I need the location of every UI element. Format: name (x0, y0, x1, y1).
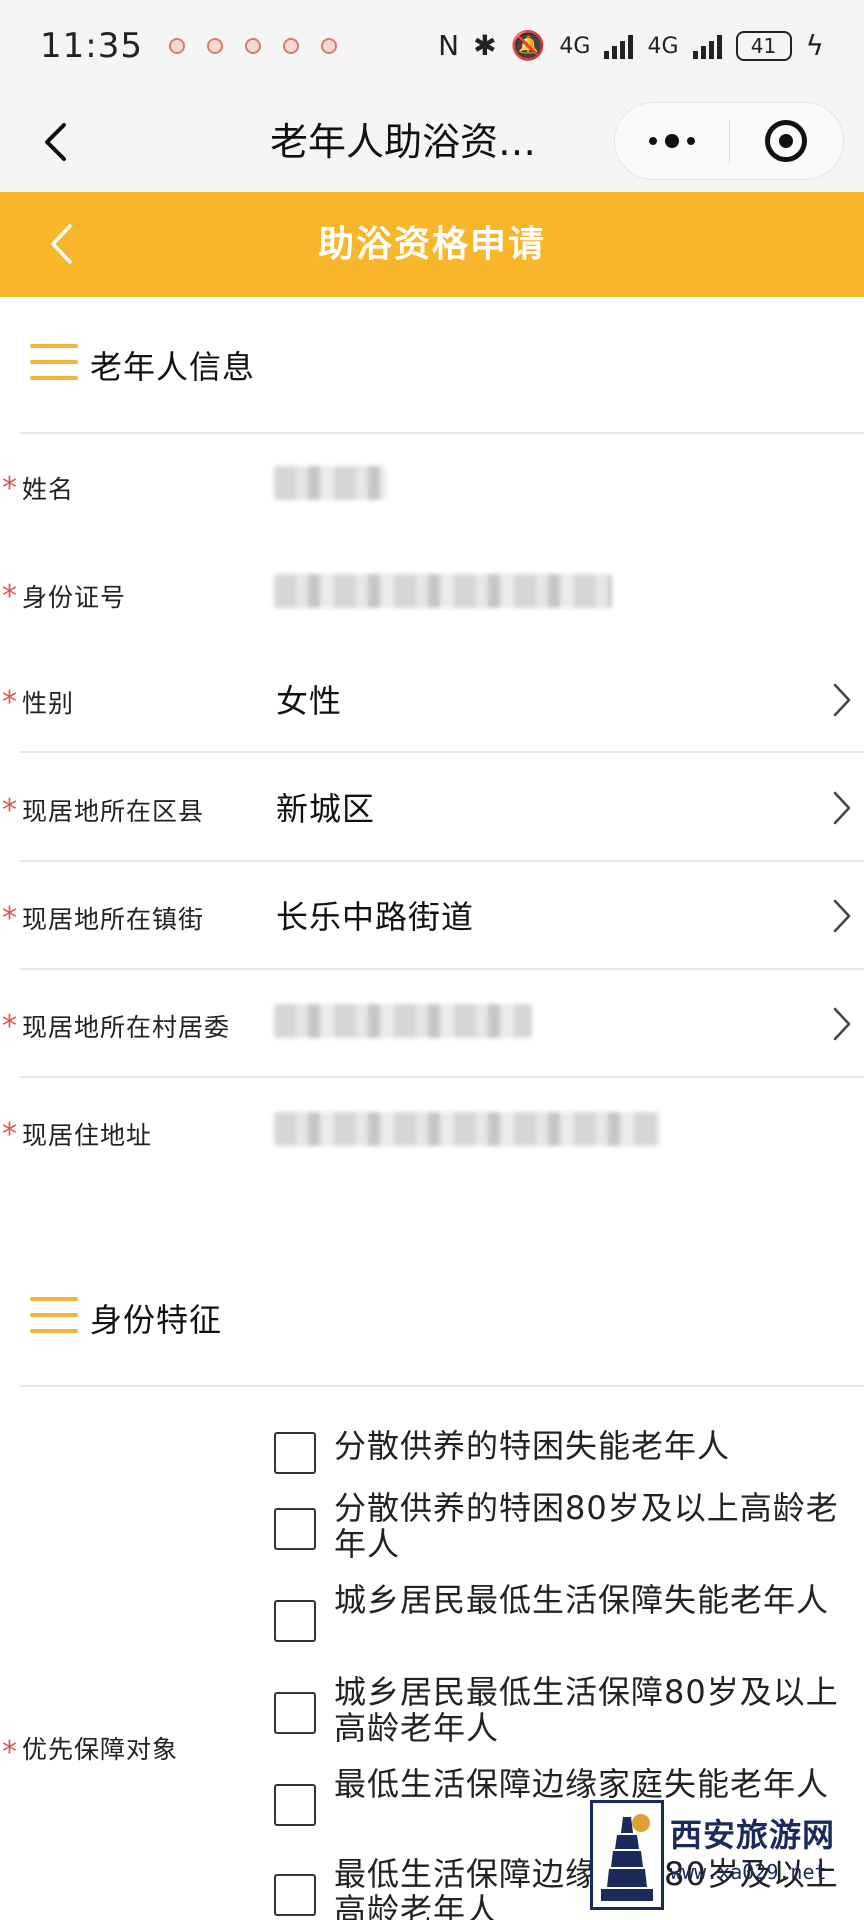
mini-program-nav-bar: 老年人助浴资… (0, 92, 864, 192)
signal-icon (604, 33, 634, 59)
field-label: 身份证号 (22, 583, 127, 612)
battery-level: 41 (750, 34, 777, 58)
notification-icon (168, 38, 185, 54)
page-header: 助浴资格申请 (0, 192, 864, 297)
option-label: 城乡居民最低生活保障失能老年人 (334, 1581, 830, 1619)
priority-option[interactable]: 城乡居民最低生活保障失能老年人 (274, 1582, 854, 1662)
page: 11:35 N ✱ 🔕 4G 4G 41 ϟ 老年人助浴资… 助浴资格申请 老年… (0, 0, 864, 1920)
required-mark: * (2, 901, 17, 936)
priority-option[interactable]: 分散供养的特困失能老年人 (274, 1428, 854, 1478)
required-mark: * (2, 1117, 17, 1152)
page-title: 助浴资格申请 (317, 224, 546, 265)
chevron-left-icon (45, 123, 66, 161)
target-icon (765, 120, 808, 162)
field-label: 现居地所在镇街 (22, 905, 205, 934)
form-row-address: * 现居住地址 (0, 1076, 864, 1184)
bluetooth-icon: ✱ (473, 29, 497, 62)
required-mark: * (2, 793, 17, 828)
chevron-right-icon (833, 683, 851, 717)
status-bar: 11:35 N ✱ 🔕 4G 4G 41 ϟ (0, 0, 864, 92)
option-label: 分散供养的特困失能老年人 (334, 1427, 731, 1465)
field-label: 现居住地址 (22, 1121, 153, 1150)
back-button[interactable] (30, 114, 80, 170)
required-mark: * (2, 1009, 17, 1044)
priority-option[interactable]: 分散供养的特困80岁及以上高龄老年人 (274, 1490, 854, 1570)
notification-icon (244, 38, 261, 54)
form-row-name: * 姓名 (0, 434, 864, 542)
district-value: 新城区 (276, 790, 376, 828)
form-row-district[interactable]: * 现居地所在区县 新城区 (0, 752, 864, 860)
section-header-identity: 身份特征 (0, 1265, 864, 1365)
hamburger-icon (30, 1297, 78, 1335)
checkbox[interactable] (274, 1784, 316, 1826)
watermark-text: 西安旅游网 (670, 1816, 836, 1854)
form-row-street[interactable]: * 现居地所在镇街 长乐中路街道 (0, 860, 864, 968)
checkbox[interactable] (274, 1874, 316, 1916)
chevron-left-icon (51, 224, 72, 264)
form-row-id-number: * 身份证号 (0, 542, 864, 650)
battery-icon: 41 (735, 31, 792, 61)
field-label: 姓名 (22, 475, 75, 504)
field-label: 性别 (22, 689, 75, 718)
watermark-logo: 西安旅游网 www.xa029.net (590, 1800, 864, 1920)
header-back-button[interactable] (36, 216, 86, 272)
network-label: 4G (647, 33, 679, 59)
village-field[interactable] (274, 1004, 532, 1038)
watermark-url: www.xa029.net (670, 1860, 827, 1884)
required-mark: * (2, 685, 17, 720)
checkbox[interactable] (274, 1600, 316, 1642)
chevron-right-icon (833, 899, 851, 933)
gender-value: 女性 (276, 682, 343, 720)
more-dots-icon (648, 137, 657, 145)
chevron-right-icon (833, 791, 851, 825)
section-header-elder-info: 老年人信息 (0, 312, 864, 412)
hamburger-icon (30, 344, 78, 382)
nfc-icon: N (438, 29, 460, 62)
signal-icon (692, 33, 722, 59)
street-value: 长乐中路街道 (276, 898, 475, 936)
option-label: 城乡居民最低生活保障80岁及以上高龄老年人 (334, 1673, 839, 1747)
section-title: 老年人信息 (90, 348, 256, 386)
required-mark: * (2, 471, 17, 506)
notification-icon (282, 38, 299, 54)
notification-icon (206, 38, 223, 54)
status-time: 11:35 (40, 26, 143, 66)
field-label: 现居地所在区县 (22, 797, 205, 826)
status-icons: N ✱ 🔕 4G 4G 41 ϟ (438, 31, 824, 61)
name-field[interactable] (274, 466, 386, 500)
capsule-menu (614, 102, 844, 180)
pagoda-icon (590, 1800, 664, 1910)
section-title: 身份特征 (90, 1301, 223, 1339)
required-mark: * (2, 579, 17, 614)
required-mark: * (2, 1735, 17, 1770)
more-dots-icon (664, 134, 679, 148)
charging-icon: ϟ (805, 29, 824, 62)
address-field[interactable] (274, 1112, 660, 1146)
option-label: 最低生活保障边缘家庭失能老年人 (334, 1765, 830, 1803)
priority-label: 优先保障对象 (22, 1735, 179, 1764)
chevron-right-icon (833, 1007, 851, 1041)
option-label: 分散供养的特困80岁及以上高龄老年人 (334, 1489, 839, 1563)
form-row-gender[interactable]: * 性别 女性 (0, 644, 864, 752)
more-dots-icon (686, 137, 695, 145)
notification-icon (320, 38, 337, 54)
more-button[interactable] (615, 102, 729, 180)
nav-title: 老年人助浴资… (270, 120, 537, 164)
checkbox[interactable] (274, 1508, 316, 1550)
divider (20, 1385, 864, 1387)
notification-icons (168, 38, 337, 54)
form-row-village[interactable]: * 现居地所在村居委 (0, 968, 864, 1076)
checkbox[interactable] (274, 1692, 316, 1734)
mute-icon: 🔕 (510, 29, 546, 62)
checkbox[interactable] (274, 1432, 316, 1474)
field-label: 现居地所在村居委 (22, 1013, 231, 1042)
priority-option[interactable]: 城乡居民最低生活保障80岁及以上高龄老年人 (274, 1674, 854, 1754)
id-number-field[interactable] (274, 574, 612, 608)
network-label: 4G (559, 33, 591, 59)
close-button[interactable] (730, 102, 844, 180)
